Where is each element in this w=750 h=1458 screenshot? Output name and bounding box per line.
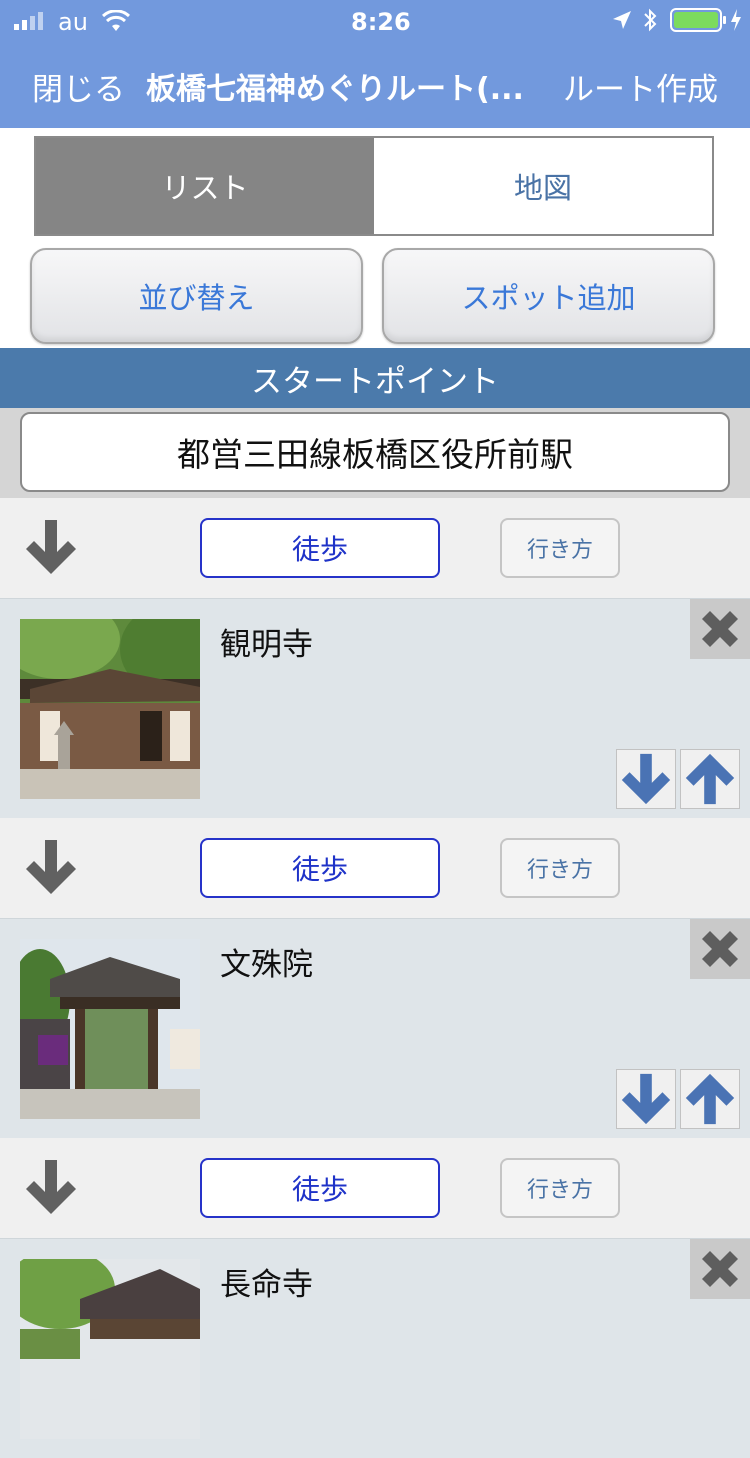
delete-spot-icon[interactable] xyxy=(690,1239,750,1299)
directions-button[interactable]: 行き方 xyxy=(500,838,620,898)
tab-list[interactable]: リスト xyxy=(36,138,374,234)
location-icon xyxy=(613,11,631,29)
wifi-icon xyxy=(102,10,130,31)
status-time: 8:26 xyxy=(351,8,411,36)
spot-photo-chomeiji xyxy=(20,1259,200,1439)
sort-button[interactable]: 並び替え xyxy=(30,248,363,344)
directions-button[interactable]: 行き方 xyxy=(500,518,620,578)
signal-icon xyxy=(14,12,43,30)
close-button[interactable]: 閉じる xyxy=(32,64,125,109)
spot-photo-kanmyoji xyxy=(20,619,200,799)
delete-spot-icon[interactable] xyxy=(690,919,750,979)
down-arrow-icon xyxy=(26,520,76,574)
charging-icon xyxy=(731,9,741,31)
spot-name: 観明寺 xyxy=(220,627,313,663)
start-point-field[interactable]: 都営三田線板橋区役所前駅 xyxy=(20,412,730,492)
add-spot-button[interactable]: スポット追加 xyxy=(382,248,715,344)
walk-mode-button[interactable]: 徒歩 xyxy=(200,518,440,578)
battery-icon xyxy=(670,8,726,32)
spot-name: 文殊院 xyxy=(220,947,313,983)
bluetooth-icon xyxy=(644,8,657,32)
walk-row: 徒歩 行き方 xyxy=(0,818,750,918)
spot-card[interactable]: 文殊院 xyxy=(0,918,750,1138)
spot-card[interactable]: 観明寺 xyxy=(0,598,750,818)
move-down-icon[interactable] xyxy=(616,749,676,809)
down-arrow-icon xyxy=(26,840,76,894)
spot-photo-monjuin xyxy=(20,939,200,1119)
carrier-label: au xyxy=(58,8,88,36)
spot-card[interactable]: 長命寺 xyxy=(0,1238,750,1458)
page-title: 板橋七福神めぐりルート(... xyxy=(146,72,524,107)
tab-map[interactable]: 地図 xyxy=(374,138,712,234)
move-up-icon[interactable] xyxy=(680,1069,740,1129)
walk-mode-button[interactable]: 徒歩 xyxy=(200,1158,440,1218)
down-arrow-icon xyxy=(26,1160,76,1214)
top-bar: au 8:26 閉じる 板橋七福神めぐりルート(... ルート作成 xyxy=(0,0,750,128)
view-segmented-control: リスト 地図 xyxy=(34,136,714,236)
start-point-header: スタートポイント xyxy=(0,348,750,408)
walk-mode-button[interactable]: 徒歩 xyxy=(200,838,440,898)
move-down-icon[interactable] xyxy=(616,1069,676,1129)
walk-row: 徒歩 行き方 xyxy=(0,498,750,598)
spot-name: 長命寺 xyxy=(220,1267,313,1303)
create-route-button[interactable]: ルート作成 xyxy=(563,64,718,109)
walk-row: 徒歩 行き方 xyxy=(0,1138,750,1238)
directions-button[interactable]: 行き方 xyxy=(500,1158,620,1218)
move-up-icon[interactable] xyxy=(680,749,740,809)
delete-spot-icon[interactable] xyxy=(690,599,750,659)
